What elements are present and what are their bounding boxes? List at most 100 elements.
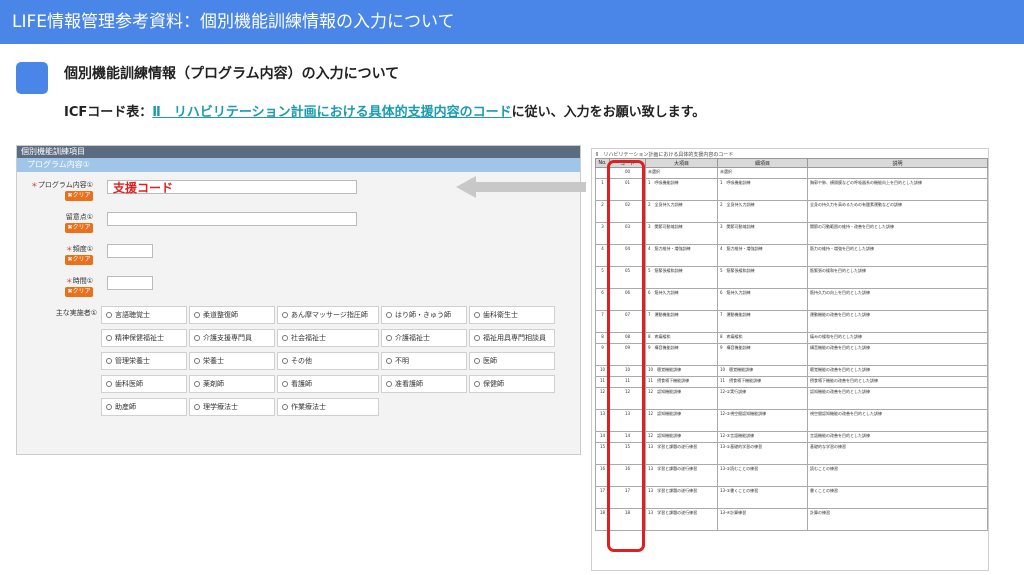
icf-code-link[interactable]: Ⅱ リハビリテーション計画における具体的支援内容のコード bbox=[152, 105, 511, 120]
job-radio-option[interactable]: 理学療法士 bbox=[189, 398, 275, 416]
table-header-row: No. コード 大項目 細項目 説明 bbox=[595, 158, 988, 168]
radio-icon[interactable] bbox=[386, 381, 392, 387]
cell-major: 12 認知機能訓練 bbox=[645, 387, 718, 410]
cell-desc: 摂食嚥下機能の改善を目的とした訓練 bbox=[807, 376, 988, 388]
radio-icon[interactable] bbox=[386, 335, 392, 341]
job-label: 社会福祉士 bbox=[291, 334, 326, 342]
code-column-highlight bbox=[607, 160, 645, 552]
cell-minor: 11 摂食嚥下機能訓練 bbox=[717, 376, 808, 388]
radio-icon[interactable] bbox=[386, 312, 392, 318]
cell-desc: 胸郭や肺、横隔膜などの呼吸器系の機能向上を目的とした訓練 bbox=[807, 178, 988, 201]
job-label: 歯科医師 bbox=[115, 380, 143, 388]
job-label: 不明 bbox=[395, 357, 409, 365]
job-radio-option[interactable]: 言語聴覚士 bbox=[101, 306, 187, 324]
cell-major: 9 構音機能訓練 bbox=[645, 343, 718, 366]
job-radio-option[interactable]: あん摩マッサージ指圧師 bbox=[277, 306, 379, 324]
cell-desc: 認知機能の改善を目的とした訓練 bbox=[807, 387, 988, 410]
table-row: 00 未選択 未選択 bbox=[595, 167, 988, 179]
cell-minor: 6 筋持久力訓練 bbox=[717, 288, 808, 311]
job-radio-option[interactable]: 精神保健福祉士 bbox=[101, 329, 187, 347]
radio-icon[interactable] bbox=[474, 381, 480, 387]
radio-icon[interactable] bbox=[106, 312, 112, 318]
table-row: 1 01 1 呼吸機能訓練 1 呼吸機能訓練 胸郭や肺、横隔膜などの呼吸器系の機能向上を… bbox=[595, 178, 988, 201]
radio-icon[interactable] bbox=[194, 335, 200, 341]
job-radio-option[interactable]: 管理栄養士 bbox=[101, 352, 187, 370]
job-label: 介護支援専門員 bbox=[203, 334, 252, 342]
radio-icon[interactable] bbox=[282, 335, 288, 341]
table-row: 10 10 10 聴覚機能訓練 10 聴覚機能訓練 聴覚機能の改善を目的とした訓練 bbox=[595, 365, 988, 377]
job-radio-option[interactable]: 准看護師 bbox=[381, 375, 467, 393]
cell-desc: 筋持久力の向上を目的とした訓練 bbox=[807, 288, 988, 311]
radio-icon[interactable] bbox=[194, 358, 200, 364]
job-radio-option[interactable]: 介護福祉士 bbox=[381, 329, 467, 347]
clear-button[interactable]: ✖クリア bbox=[65, 287, 93, 297]
radio-icon[interactable] bbox=[282, 404, 288, 410]
cell-major: 10 聴覚機能訓練 bbox=[645, 365, 718, 377]
cell-desc: 痛みの緩和を目的とした訓練 bbox=[807, 332, 988, 344]
table-row: 3 03 3 関節可動域訓練 3 関節可動域訓練 関節の可動範囲の維持・改善を目的とした… bbox=[595, 222, 988, 245]
job-label: はり師・きゅう師 bbox=[395, 311, 451, 319]
radio-icon[interactable] bbox=[194, 404, 200, 410]
cell-desc: 筋緊張の緩和を目的とした訓練 bbox=[807, 266, 988, 289]
job-label: 福祉用具専門相談員 bbox=[483, 334, 546, 342]
radio-icon[interactable] bbox=[106, 335, 112, 341]
clear-button[interactable]: ✖クリア bbox=[65, 191, 93, 201]
clear-button[interactable]: ✖クリア bbox=[65, 255, 93, 265]
clear-button[interactable]: ✖クリア bbox=[65, 223, 93, 233]
job-radio-option[interactable]: 歯科衛生士 bbox=[469, 306, 555, 324]
radio-icon[interactable] bbox=[282, 358, 288, 364]
job-label: 助産師 bbox=[115, 403, 136, 411]
job-label: 栄養士 bbox=[203, 357, 224, 365]
table-row: 12 12 12 認知機能訓練 12-①実行訓練 認知機能の改善を目的とした訓練 bbox=[595, 387, 988, 410]
radio-icon[interactable] bbox=[474, 335, 480, 341]
radio-icon[interactable] bbox=[474, 312, 480, 318]
cell-desc: 聴覚機能の改善を目的とした訓練 bbox=[807, 365, 988, 377]
cell-major: 13 学習と課題の遂行練習 bbox=[645, 486, 718, 509]
job-radio-option[interactable]: 介護支援専門員 bbox=[189, 329, 275, 347]
job-radio-option[interactable]: 福祉用具専門相談員 bbox=[469, 329, 555, 347]
field-label-notes: 留意点① bbox=[65, 213, 93, 221]
job-label: 介護福祉士 bbox=[395, 334, 430, 342]
job-radio-option[interactable]: 看護師 bbox=[277, 375, 379, 393]
job-radio-option[interactable]: 歯科医師 bbox=[101, 375, 187, 393]
column-header: 細項目 bbox=[717, 158, 808, 168]
header-bar: LIFE情報管理参考資料：個別機能訓練情報の入力について bbox=[0, 0, 1024, 44]
job-radio-option[interactable]: 助産師 bbox=[101, 398, 187, 416]
job-radio-option[interactable]: 社会福祉士 bbox=[277, 329, 379, 347]
job-radio-option[interactable]: 不明 bbox=[381, 352, 467, 370]
radio-icon[interactable] bbox=[386, 358, 392, 364]
cell-minor: 5 筋緊張緩和訓練 bbox=[717, 266, 808, 289]
support-code-label: 支援コード bbox=[113, 181, 174, 195]
cell-minor: 13-④計算練習 bbox=[717, 508, 808, 531]
cell-desc: 読むことの練習 bbox=[807, 464, 988, 487]
notes-input[interactable] bbox=[107, 212, 357, 226]
radio-icon[interactable] bbox=[106, 404, 112, 410]
job-radio-option[interactable]: その他 bbox=[277, 352, 379, 370]
cell-minor: 13-③書くことの練習 bbox=[717, 486, 808, 509]
cell-minor: 2 全身持久力訓練 bbox=[717, 200, 808, 223]
cell-desc: 運動機能の改善を目的とした訓練 bbox=[807, 310, 988, 333]
jobs-label: 主な実施者① bbox=[55, 309, 97, 317]
radio-icon[interactable] bbox=[106, 381, 112, 387]
job-radio-option[interactable]: はり師・きゅう師 bbox=[381, 306, 467, 324]
cell-major: 未選択 bbox=[645, 167, 718, 179]
radio-icon[interactable] bbox=[474, 358, 480, 364]
cell-minor: 7 運動機能訓練 bbox=[717, 310, 808, 333]
radio-icon[interactable] bbox=[282, 381, 288, 387]
section-subtitle: 個別機能訓練情報（プログラム内容）の入力について bbox=[64, 66, 400, 82]
form-title: 個別機能訓練項目 bbox=[17, 146, 580, 158]
job-radio-option[interactable]: 栄養士 bbox=[189, 352, 275, 370]
job-radio-option[interactable]: 作業療法士 bbox=[277, 398, 379, 416]
radio-icon[interactable] bbox=[106, 358, 112, 364]
radio-icon[interactable] bbox=[194, 312, 200, 318]
job-radio-option[interactable]: 保健師 bbox=[469, 375, 555, 393]
time-input[interactable] bbox=[107, 276, 153, 290]
radio-icon[interactable] bbox=[282, 312, 288, 318]
frequency-input[interactable] bbox=[107, 244, 153, 258]
cell-major: 6 筋持久力訓練 bbox=[645, 288, 718, 311]
cell-major: 12 認知機能訓練 bbox=[645, 431, 718, 443]
job-radio-option[interactable]: 薬剤師 bbox=[189, 375, 275, 393]
radio-icon[interactable] bbox=[194, 381, 200, 387]
job-radio-option[interactable]: 医師 bbox=[469, 352, 555, 370]
job-radio-option[interactable]: 柔道整復師 bbox=[189, 306, 275, 324]
